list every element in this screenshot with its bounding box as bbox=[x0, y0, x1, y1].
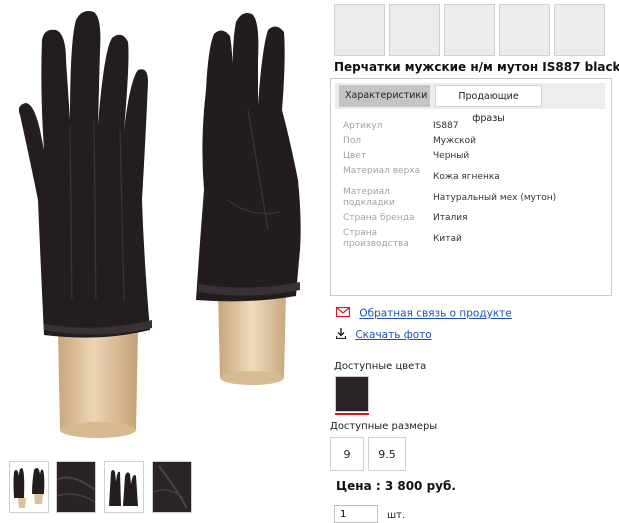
property-value: Черный bbox=[433, 151, 470, 161]
property-row: Цвет Черный bbox=[343, 151, 605, 162]
property-value: IS887 bbox=[433, 121, 459, 131]
selected-color-indicator bbox=[335, 413, 369, 415]
property-key: Материал подкладки bbox=[343, 187, 395, 208]
property-value: Кожа ягненка bbox=[433, 172, 500, 182]
gallery-slot-1[interactable] bbox=[334, 4, 385, 56]
product-title: Перчатки мужские н/м мутон IS887 black bbox=[334, 60, 619, 74]
quantity-input[interactable] bbox=[334, 505, 378, 523]
property-row: Страна производства Китай bbox=[343, 228, 605, 250]
available-colors-label: Доступные цвета bbox=[334, 361, 427, 372]
feedback-link[interactable]: Обратная связь о продукте bbox=[359, 308, 511, 320]
property-key: Артикул bbox=[343, 121, 383, 131]
glove-detail-thumbnail-image bbox=[153, 462, 191, 512]
property-key: Страна бренда bbox=[343, 213, 415, 223]
property-value: Италия bbox=[433, 213, 468, 223]
characteristics-panel: Характеристики Продающие фразы Артикул I… bbox=[330, 78, 612, 296]
available-sizes-label: Доступные размеры bbox=[330, 421, 438, 432]
property-row: Пол Мужской bbox=[343, 136, 605, 147]
price: Цена : 3 800 руб. bbox=[336, 479, 456, 493]
gloves-flat-thumbnail-image bbox=[109, 470, 138, 506]
tab-characteristics[interactable]: Характеристики bbox=[339, 85, 430, 107]
property-row: Материал подкладки Натуральный мех (муто… bbox=[343, 187, 605, 209]
thumbnail-3[interactable] bbox=[104, 461, 144, 513]
property-row: Страна бренда Италия bbox=[343, 213, 605, 224]
main-product-image bbox=[0, 0, 318, 452]
gallery-slot-5[interactable] bbox=[554, 4, 605, 56]
property-key: Страна производства bbox=[343, 228, 409, 249]
property-value: Мужской bbox=[433, 136, 476, 146]
tab-selling-phrases[interactable]: Продающие фразы bbox=[435, 85, 542, 124]
quantity-unit: шт. bbox=[387, 510, 406, 521]
property-key: Пол bbox=[343, 136, 362, 146]
color-swatch-black[interactable] bbox=[335, 376, 369, 412]
gallery-slot-4[interactable] bbox=[499, 4, 550, 56]
mail-icon bbox=[335, 306, 351, 320]
property-key: Материал верха bbox=[343, 166, 421, 176]
gloves-thumbnail-image bbox=[13, 468, 45, 508]
thumbnail-1[interactable] bbox=[9, 461, 49, 513]
size-option-9[interactable]: 9 bbox=[330, 437, 364, 471]
download-link-row: Скачать фото bbox=[335, 328, 432, 342]
gloves-on-stand-image bbox=[18, 11, 301, 438]
property-value: Натуральный мех (мутон) bbox=[433, 193, 557, 203]
property-value: Китай bbox=[433, 234, 462, 244]
thumbnail-4[interactable] bbox=[152, 461, 192, 513]
property-key: Цвет bbox=[343, 151, 367, 161]
gallery-slot-3[interactable] bbox=[444, 4, 495, 56]
download-photo-link[interactable]: Скачать фото bbox=[355, 329, 431, 341]
thumbnail-2[interactable] bbox=[56, 461, 96, 513]
download-icon bbox=[335, 328, 347, 342]
gallery-slot-2[interactable] bbox=[389, 4, 440, 56]
tab-bar: Характеристики Продающие фразы bbox=[335, 83, 605, 124]
property-row: Артикул IS887 bbox=[343, 121, 605, 132]
glove-closeup-thumbnail-image bbox=[57, 462, 95, 512]
feedback-link-row: Обратная связь о продукте bbox=[335, 306, 512, 320]
size-option-9-5[interactable]: 9.5 bbox=[368, 437, 406, 471]
property-row: Материал верха Кожа ягненка bbox=[343, 166, 605, 183]
properties-list: Артикул IS887 Пол Мужской Цвет Черный Ма… bbox=[343, 121, 605, 254]
